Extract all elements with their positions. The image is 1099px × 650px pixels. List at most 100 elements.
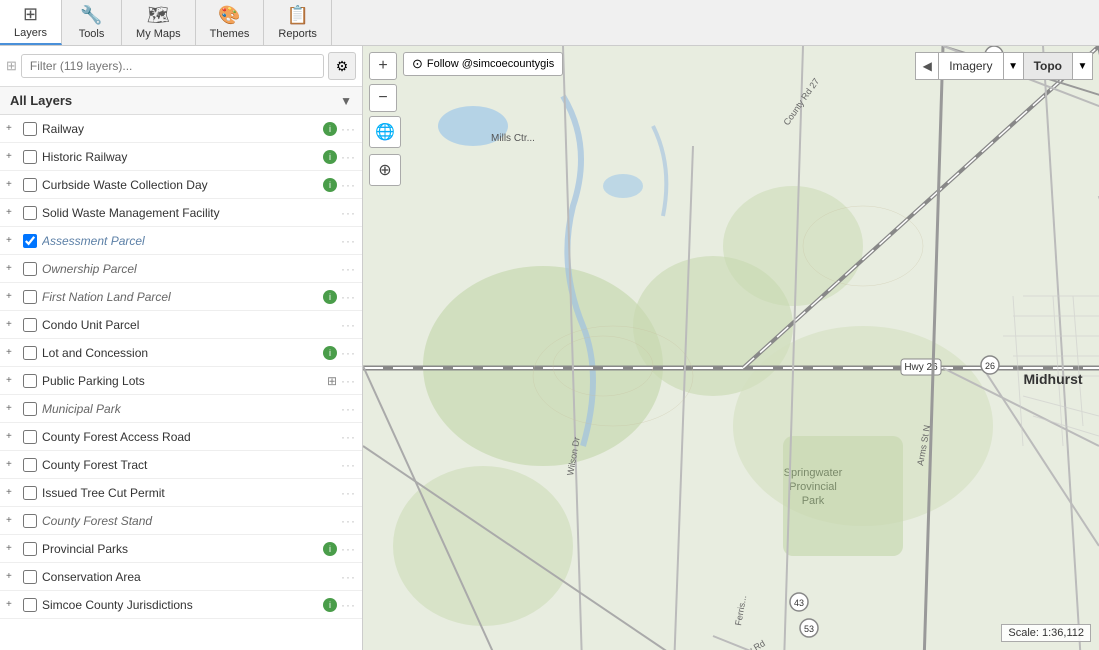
basemap-left-button[interactable]: ◀ bbox=[915, 52, 939, 80]
layer-checkbox[interactable] bbox=[23, 234, 37, 248]
basemap-imagery-dropdown[interactable]: ▼ bbox=[1004, 52, 1024, 80]
layers-filter-input[interactable] bbox=[21, 54, 324, 78]
layer-info-icon[interactable]: i bbox=[323, 346, 337, 360]
zoom-out-button[interactable]: − bbox=[369, 84, 397, 112]
layer-item[interactable]: + Municipal Park ··· bbox=[0, 395, 362, 423]
layer-info-icon[interactable]: i bbox=[323, 542, 337, 556]
layer-item[interactable]: + County Forest Stand ··· bbox=[0, 507, 362, 535]
basemap-topo-button[interactable]: Topo bbox=[1024, 52, 1073, 80]
layer-info-icon[interactable]: i bbox=[323, 122, 337, 136]
layer-item[interactable]: + Historic Railway i ··· bbox=[0, 143, 362, 171]
layer-expand[interactable]: + bbox=[6, 459, 18, 470]
layer-menu-dots[interactable]: ··· bbox=[341, 318, 356, 332]
layer-menu-dots[interactable]: ··· bbox=[341, 290, 356, 304]
layer-item[interactable]: + Curbside Waste Collection Day i ··· bbox=[0, 171, 362, 199]
layer-item[interactable]: + Conservation Area ··· bbox=[0, 563, 362, 591]
layer-checkbox[interactable] bbox=[23, 150, 37, 164]
layer-menu-dots[interactable]: ··· bbox=[341, 374, 356, 388]
toolbar-btn-mymaps[interactable]: 🗺My Maps bbox=[122, 0, 196, 45]
layer-expand[interactable]: + bbox=[6, 543, 18, 554]
layer-item[interactable]: + Public Parking Lots ⊞ ··· bbox=[0, 367, 362, 395]
filter-settings-button[interactable]: ⚙ bbox=[328, 52, 356, 80]
layer-checkbox[interactable] bbox=[23, 290, 37, 304]
layer-checkbox[interactable] bbox=[23, 458, 37, 472]
layers-header-title: All Layers bbox=[10, 93, 72, 108]
layer-menu-dots[interactable]: ··· bbox=[341, 346, 356, 360]
layer-expand[interactable]: + bbox=[6, 207, 18, 218]
layer-expand[interactable]: + bbox=[6, 263, 18, 274]
layer-expand[interactable]: + bbox=[6, 375, 18, 386]
layer-expand[interactable]: + bbox=[6, 403, 18, 414]
layer-item[interactable]: + Condo Unit Parcel ··· bbox=[0, 311, 362, 339]
layer-expand[interactable]: + bbox=[6, 151, 18, 162]
layer-menu-dots[interactable]: ··· bbox=[341, 458, 356, 472]
layer-item[interactable]: + Simcoe County Jurisdictions i ··· bbox=[0, 591, 362, 619]
layer-info-icon[interactable]: i bbox=[323, 290, 337, 304]
layer-checkbox[interactable] bbox=[23, 570, 37, 584]
layer-checkbox[interactable] bbox=[23, 542, 37, 556]
layer-checkbox[interactable] bbox=[23, 430, 37, 444]
layer-item[interactable]: + Assessment Parcel ··· bbox=[0, 227, 362, 255]
layer-menu-dots[interactable]: ··· bbox=[341, 122, 356, 136]
layer-menu-dots[interactable]: ··· bbox=[341, 542, 356, 556]
map-area[interactable]: Springwater Provincial Park Hwy 26 bbox=[363, 46, 1099, 650]
layer-menu-dots[interactable]: ··· bbox=[341, 234, 356, 248]
layer-expand[interactable]: + bbox=[6, 319, 18, 330]
layer-menu-dots[interactable]: ··· bbox=[341, 150, 356, 164]
layer-checkbox[interactable] bbox=[23, 178, 37, 192]
layer-expand[interactable]: + bbox=[6, 515, 18, 526]
layer-menu-dots[interactable]: ··· bbox=[341, 402, 356, 416]
layer-menu-dots[interactable]: ··· bbox=[341, 178, 356, 192]
zoom-in-button[interactable]: + bbox=[369, 52, 397, 80]
layer-item[interactable]: + County Forest Access Road ··· bbox=[0, 423, 362, 451]
layer-checkbox[interactable] bbox=[23, 318, 37, 332]
layer-expand[interactable]: + bbox=[6, 291, 18, 302]
layer-item[interactable]: + Issued Tree Cut Permit ··· bbox=[0, 479, 362, 507]
toolbar-btn-reports[interactable]: 📋Reports bbox=[264, 0, 332, 45]
layer-checkbox[interactable] bbox=[23, 486, 37, 500]
layer-item[interactable]: + Solid Waste Management Facility ··· bbox=[0, 199, 362, 227]
layer-expand[interactable]: + bbox=[6, 599, 18, 610]
layer-menu-dots[interactable]: ··· bbox=[341, 570, 356, 584]
layer-info-icon[interactable]: i bbox=[323, 150, 337, 164]
layer-expand[interactable]: + bbox=[6, 235, 18, 246]
locate-button[interactable]: ⊕ bbox=[369, 154, 401, 186]
layer-expand[interactable]: + bbox=[6, 347, 18, 358]
layer-item[interactable]: + Railway i ··· bbox=[0, 115, 362, 143]
layer-menu-dots[interactable]: ··· bbox=[341, 486, 356, 500]
layer-item[interactable]: + Provincial Parks i ··· bbox=[0, 535, 362, 563]
layer-checkbox[interactable] bbox=[23, 402, 37, 416]
layer-checkbox[interactable] bbox=[23, 346, 37, 360]
layer-expand[interactable]: + bbox=[6, 123, 18, 134]
layer-checkbox[interactable] bbox=[23, 598, 37, 612]
layer-checkbox[interactable] bbox=[23, 122, 37, 136]
layer-checkbox[interactable] bbox=[23, 262, 37, 276]
layer-menu-dots[interactable]: ··· bbox=[341, 598, 356, 612]
toolbar-btn-layers[interactable]: ⊞Layers bbox=[0, 0, 62, 45]
layer-name: County Forest Stand bbox=[42, 514, 337, 528]
layer-item[interactable]: + First Nation Land Parcel i ··· bbox=[0, 283, 362, 311]
toolbar-btn-themes[interactable]: 🎨Themes bbox=[196, 0, 265, 45]
layer-checkbox[interactable] bbox=[23, 374, 37, 388]
toolbar-btn-tools[interactable]: 🔧Tools bbox=[62, 0, 122, 45]
layer-item[interactable]: + Lot and Concession i ··· bbox=[0, 339, 362, 367]
layer-expand[interactable]: + bbox=[6, 487, 18, 498]
layer-menu-dots[interactable]: ··· bbox=[341, 430, 356, 444]
follow-button[interactable]: ⊙ Follow @simcoecountygis bbox=[403, 52, 563, 76]
layers-header-dropdown[interactable]: ▼ bbox=[340, 94, 352, 108]
layer-item[interactable]: + Ownership Parcel ··· bbox=[0, 255, 362, 283]
basemap-imagery-button[interactable]: Imagery bbox=[939, 52, 1003, 80]
layer-menu-dots[interactable]: ··· bbox=[341, 206, 356, 220]
layer-menu-dots[interactable]: ··· bbox=[341, 262, 356, 276]
layer-checkbox[interactable] bbox=[23, 206, 37, 220]
layer-menu-dots[interactable]: ··· bbox=[341, 514, 356, 528]
globe-button[interactable]: 🌐 bbox=[369, 116, 401, 148]
basemap-topo-dropdown[interactable]: ▼ bbox=[1073, 52, 1093, 80]
layer-item[interactable]: + County Forest Tract ··· bbox=[0, 451, 362, 479]
layer-expand[interactable]: + bbox=[6, 431, 18, 442]
layer-expand[interactable]: + bbox=[6, 571, 18, 582]
layer-checkbox[interactable] bbox=[23, 514, 37, 528]
layer-expand[interactable]: + bbox=[6, 179, 18, 190]
layer-info-icon[interactable]: i bbox=[323, 598, 337, 612]
layer-info-icon[interactable]: i bbox=[323, 178, 337, 192]
